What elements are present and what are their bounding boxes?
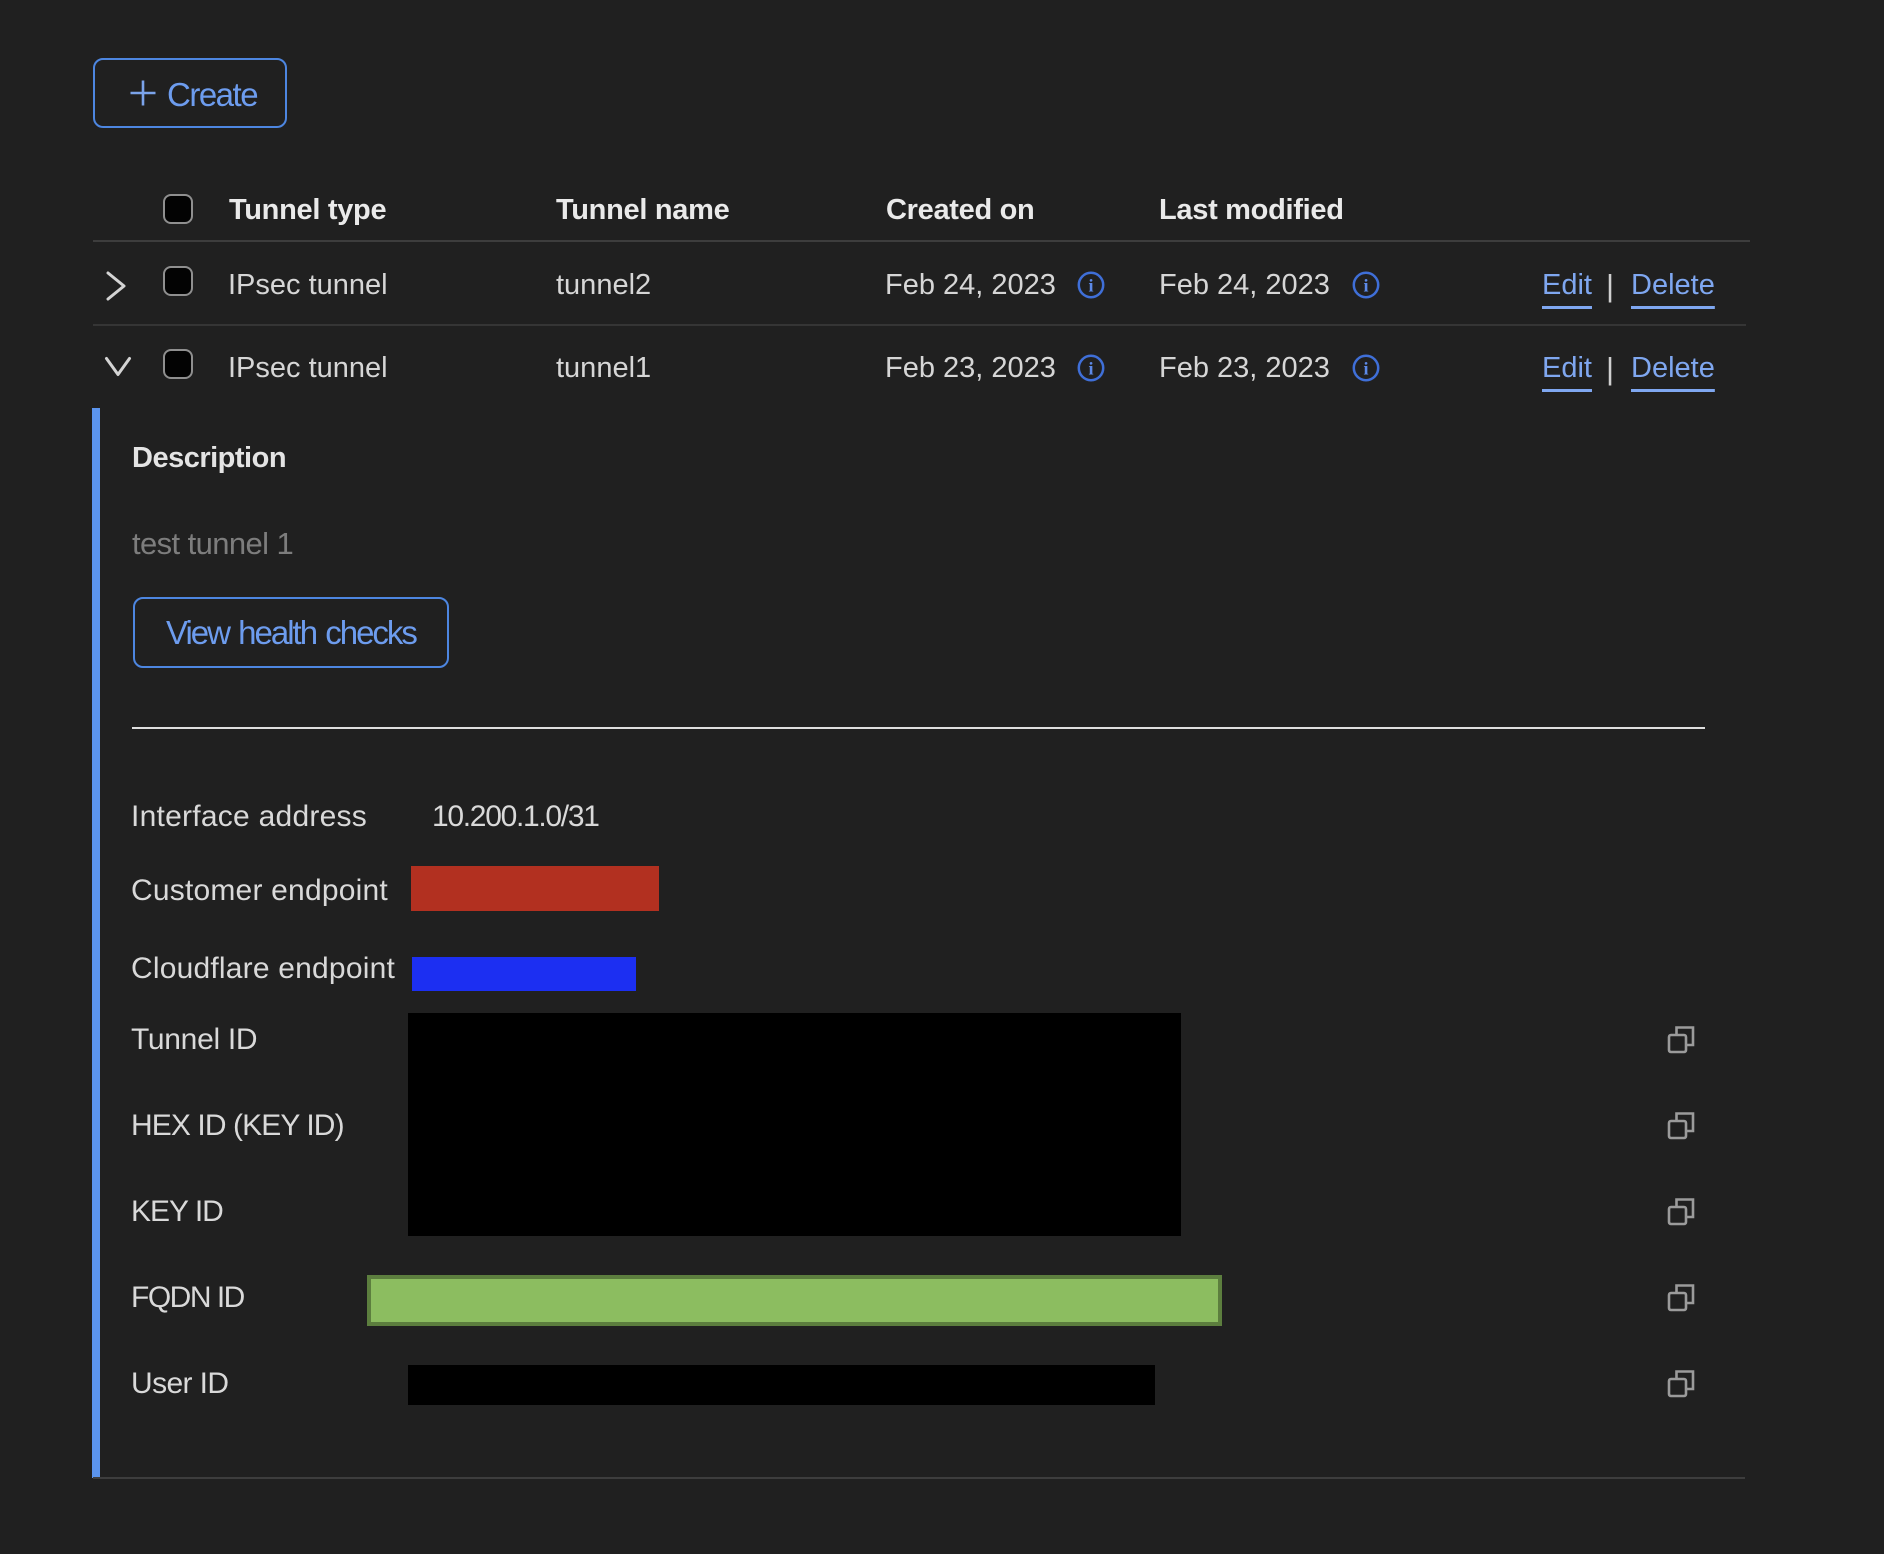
svg-text:i: i [1363,359,1368,379]
svg-text:i: i [1088,276,1093,296]
svg-text:i: i [1363,276,1368,296]
svg-text:i: i [1088,359,1093,379]
